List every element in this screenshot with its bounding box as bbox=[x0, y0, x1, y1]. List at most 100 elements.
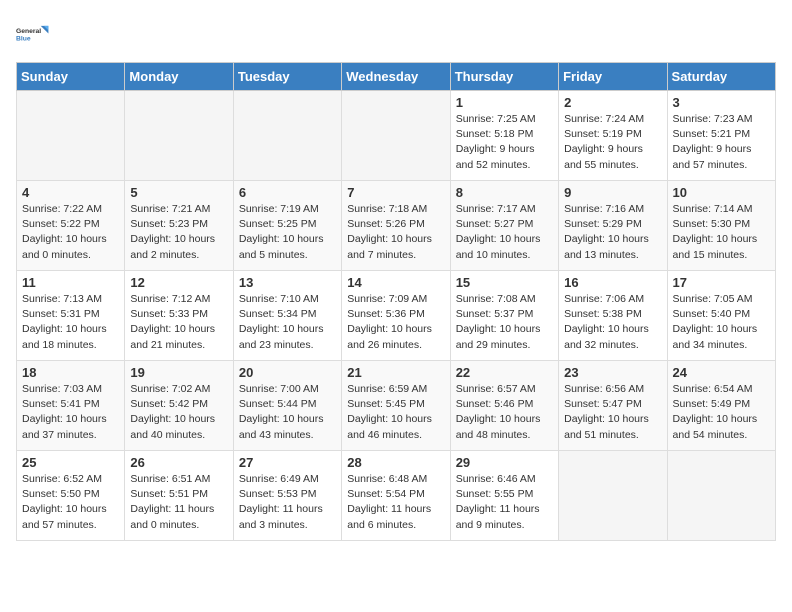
day-number: 14 bbox=[347, 275, 444, 290]
day-info: Sunrise: 7:21 AMSunset: 5:23 PMDaylight:… bbox=[130, 202, 227, 263]
day-info: Sunrise: 6:59 AMSunset: 5:45 PMDaylight:… bbox=[347, 382, 444, 443]
day-info: Sunrise: 7:09 AMSunset: 5:36 PMDaylight:… bbox=[347, 292, 444, 353]
day-info: Sunrise: 7:19 AMSunset: 5:25 PMDaylight:… bbox=[239, 202, 336, 263]
day-number: 29 bbox=[456, 455, 553, 470]
day-number: 23 bbox=[564, 365, 661, 380]
day-info: Sunrise: 6:52 AMSunset: 5:50 PMDaylight:… bbox=[22, 472, 119, 533]
day-info: Sunrise: 7:02 AMSunset: 5:42 PMDaylight:… bbox=[130, 382, 227, 443]
day-number: 6 bbox=[239, 185, 336, 200]
calendar-cell: 25 Sunrise: 6:52 AMSunset: 5:50 PMDayligh… bbox=[17, 451, 125, 541]
day-info: Sunrise: 7:00 AMSunset: 5:44 PMDaylight:… bbox=[239, 382, 336, 443]
day-info: Sunrise: 6:48 AMSunset: 5:54 PMDaylight:… bbox=[347, 472, 444, 533]
day-info: Sunrise: 7:10 AMSunset: 5:34 PMDaylight:… bbox=[239, 292, 336, 353]
calendar-cell: 8 Sunrise: 7:17 AMSunset: 5:27 PMDaylight… bbox=[450, 181, 558, 271]
day-info: Sunrise: 7:06 AMSunset: 5:38 PMDaylight:… bbox=[564, 292, 661, 353]
calendar-cell: 27 Sunrise: 6:49 AMSunset: 5:53 PMDayligh… bbox=[233, 451, 341, 541]
calendar-cell: 14 Sunrise: 7:09 AMSunset: 5:36 PMDayligh… bbox=[342, 271, 450, 361]
calendar-table: SundayMondayTuesdayWednesdayThursdayFrid… bbox=[16, 62, 776, 541]
day-info: Sunrise: 7:17 AMSunset: 5:27 PMDaylight:… bbox=[456, 202, 553, 263]
weekday-header-saturday: Saturday bbox=[667, 63, 775, 91]
calendar-week-2: 4Sunrise: 7:22 AMSunset: 5:22 PMDaylight… bbox=[17, 181, 776, 271]
day-number: 13 bbox=[239, 275, 336, 290]
day-number: 12 bbox=[130, 275, 227, 290]
day-number: 18 bbox=[22, 365, 119, 380]
day-info: Sunrise: 7:22 AMSunset: 5:22 PMDaylight:… bbox=[22, 202, 119, 263]
day-info: Sunrise: 7:14 AMSunset: 5:30 PMDaylight:… bbox=[673, 202, 770, 263]
calendar-cell: 24Sunrise: 6:54 AMSunset: 5:49 PMDayligh… bbox=[667, 361, 775, 451]
day-info: Sunrise: 7:25 AMSunset: 5:18 PMDaylight:… bbox=[456, 112, 553, 173]
day-info: Sunrise: 7:23 AMSunset: 5:21 PMDaylight:… bbox=[673, 112, 770, 173]
weekday-header-friday: Friday bbox=[559, 63, 667, 91]
calendar-cell: 2 Sunrise: 7:24 AMSunset: 5:19 PMDaylight… bbox=[559, 91, 667, 181]
calendar-cell: 10 Sunrise: 7:14 AMSunset: 5:30 PMDayligh… bbox=[667, 181, 775, 271]
calendar-cell: 9 Sunrise: 7:16 AMSunset: 5:29 PMDaylight… bbox=[559, 181, 667, 271]
day-info: Sunrise: 7:24 AMSunset: 5:19 PMDaylight:… bbox=[564, 112, 661, 173]
svg-text:Blue: Blue bbox=[16, 35, 31, 42]
calendar-cell bbox=[667, 451, 775, 541]
calendar-cell: 11 Sunrise: 7:13 AMSunset: 5:31 PMDayligh… bbox=[17, 271, 125, 361]
calendar-cell: 19 Sunrise: 7:02 AMSunset: 5:42 PMDayligh… bbox=[125, 361, 233, 451]
calendar-week-5: 25 Sunrise: 6:52 AMSunset: 5:50 PMDayligh… bbox=[17, 451, 776, 541]
weekday-header-monday: Monday bbox=[125, 63, 233, 91]
weekday-header-row: SundayMondayTuesdayWednesdayThursdayFrid… bbox=[17, 63, 776, 91]
calendar-week-1: 1 Sunrise: 7:25 AMSunset: 5:18 PMDaylight… bbox=[17, 91, 776, 181]
calendar-cell: 16 Sunrise: 7:06 AMSunset: 5:38 PMDayligh… bbox=[559, 271, 667, 361]
weekday-header-thursday: Thursday bbox=[450, 63, 558, 91]
day-number: 11 bbox=[22, 275, 119, 290]
day-number: 16 bbox=[564, 275, 661, 290]
calendar-cell bbox=[559, 451, 667, 541]
calendar-cell: 21 Sunrise: 6:59 AMSunset: 5:45 PMDayligh… bbox=[342, 361, 450, 451]
svg-text:General: General bbox=[16, 28, 41, 35]
weekday-header-sunday: Sunday bbox=[17, 63, 125, 91]
calendar-cell: 20Sunrise: 7:00 AMSunset: 5:44 PMDayligh… bbox=[233, 361, 341, 451]
day-info: Sunrise: 6:56 AMSunset: 5:47 PMDaylight:… bbox=[564, 382, 661, 443]
calendar-cell: 28 Sunrise: 6:48 AMSunset: 5:54 PMDayligh… bbox=[342, 451, 450, 541]
logo-icon: GeneralBlue bbox=[16, 16, 52, 52]
calendar-cell bbox=[342, 91, 450, 181]
day-number: 1 bbox=[456, 95, 553, 110]
calendar-week-4: 18Sunrise: 7:03 AMSunset: 5:41 PMDayligh… bbox=[17, 361, 776, 451]
calendar-cell: 17 Sunrise: 7:05 AMSunset: 5:40 PMDayligh… bbox=[667, 271, 775, 361]
day-number: 10 bbox=[673, 185, 770, 200]
calendar-cell: 29 Sunrise: 6:46 AMSunset: 5:55 PMDayligh… bbox=[450, 451, 558, 541]
calendar-cell: 4Sunrise: 7:22 AMSunset: 5:22 PMDaylight… bbox=[17, 181, 125, 271]
day-info: Sunrise: 7:08 AMSunset: 5:37 PMDaylight:… bbox=[456, 292, 553, 353]
calendar-cell: 12 Sunrise: 7:12 AMSunset: 5:33 PMDayligh… bbox=[125, 271, 233, 361]
calendar-cell: 26 Sunrise: 6:51 AMSunset: 5:51 PMDayligh… bbox=[125, 451, 233, 541]
day-info: Sunrise: 7:13 AMSunset: 5:31 PMDaylight:… bbox=[22, 292, 119, 353]
day-number: 9 bbox=[564, 185, 661, 200]
calendar-cell: 6 Sunrise: 7:19 AMSunset: 5:25 PMDaylight… bbox=[233, 181, 341, 271]
day-info: Sunrise: 6:46 AMSunset: 5:55 PMDaylight:… bbox=[456, 472, 553, 533]
calendar-cell: 13 Sunrise: 7:10 AMSunset: 5:34 PMDayligh… bbox=[233, 271, 341, 361]
calendar-week-3: 11 Sunrise: 7:13 AMSunset: 5:31 PMDayligh… bbox=[17, 271, 776, 361]
day-number: 2 bbox=[564, 95, 661, 110]
day-number: 19 bbox=[130, 365, 227, 380]
calendar-cell: 7Sunrise: 7:18 AMSunset: 5:26 PMDaylight… bbox=[342, 181, 450, 271]
calendar-cell: 18Sunrise: 7:03 AMSunset: 5:41 PMDayligh… bbox=[17, 361, 125, 451]
day-number: 5 bbox=[130, 185, 227, 200]
day-number: 25 bbox=[22, 455, 119, 470]
day-number: 3 bbox=[673, 95, 770, 110]
day-number: 21 bbox=[347, 365, 444, 380]
day-number: 17 bbox=[673, 275, 770, 290]
weekday-header-wednesday: Wednesday bbox=[342, 63, 450, 91]
day-number: 28 bbox=[347, 455, 444, 470]
calendar-cell bbox=[125, 91, 233, 181]
day-number: 26 bbox=[130, 455, 227, 470]
page-header: GeneralBlue bbox=[16, 16, 776, 52]
day-info: Sunrise: 6:51 AMSunset: 5:51 PMDaylight:… bbox=[130, 472, 227, 533]
day-number: 7 bbox=[347, 185, 444, 200]
day-number: 22 bbox=[456, 365, 553, 380]
calendar-cell: 15 Sunrise: 7:08 AMSunset: 5:37 PMDayligh… bbox=[450, 271, 558, 361]
day-number: 15 bbox=[456, 275, 553, 290]
calendar-cell bbox=[233, 91, 341, 181]
day-info: Sunrise: 7:16 AMSunset: 5:29 PMDaylight:… bbox=[564, 202, 661, 263]
day-info: Sunrise: 6:54 AMSunset: 5:49 PMDaylight:… bbox=[673, 382, 770, 443]
day-info: Sunrise: 7:05 AMSunset: 5:40 PMDaylight:… bbox=[673, 292, 770, 353]
day-info: Sunrise: 6:49 AMSunset: 5:53 PMDaylight:… bbox=[239, 472, 336, 533]
day-number: 27 bbox=[239, 455, 336, 470]
calendar-cell: 23 Sunrise: 6:56 AMSunset: 5:47 PMDayligh… bbox=[559, 361, 667, 451]
day-number: 8 bbox=[456, 185, 553, 200]
calendar-cell: 22Sunrise: 6:57 AMSunset: 5:46 PMDayligh… bbox=[450, 361, 558, 451]
day-info: Sunrise: 7:12 AMSunset: 5:33 PMDaylight:… bbox=[130, 292, 227, 353]
